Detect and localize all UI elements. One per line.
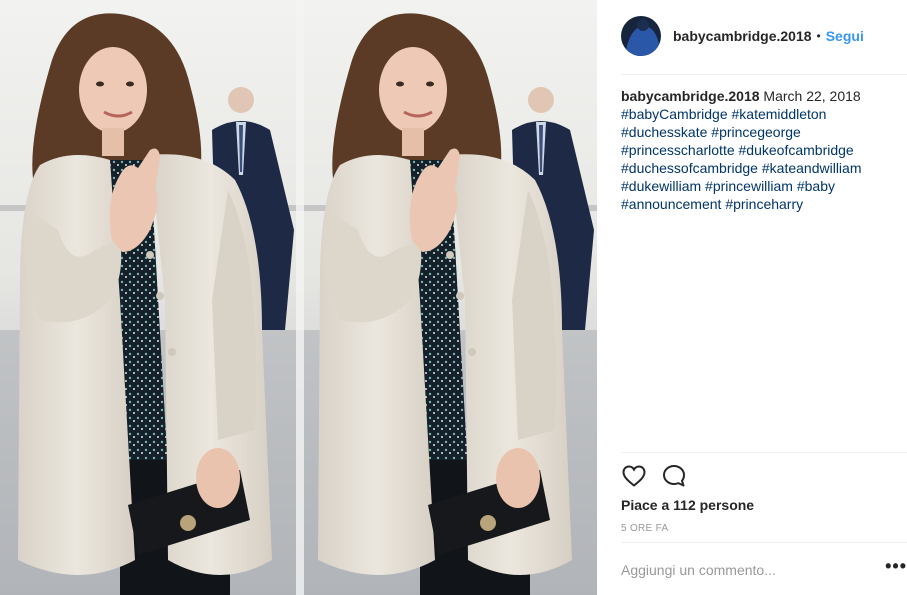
comment-divider xyxy=(621,542,907,543)
header-separator: • xyxy=(816,29,821,43)
more-options-button[interactable]: ••• xyxy=(885,557,907,575)
comment-button[interactable] xyxy=(661,463,687,489)
comment-input[interactable] xyxy=(621,562,871,578)
post-photo[interactable] xyxy=(0,0,597,595)
post-image xyxy=(0,0,597,595)
hashtag-link[interactable]: #announcement xyxy=(621,196,721,212)
hashtag-link[interactable]: #dukeofcambridge xyxy=(739,142,854,158)
post-header: babycambridge.2018 • Segui xyxy=(621,15,907,57)
caption-username[interactable]: babycambridge.2018 xyxy=(621,88,760,104)
follow-button[interactable]: Segui xyxy=(826,28,864,44)
post-sidebar: babycambridge.2018 • Segui babycambridge… xyxy=(597,0,907,595)
avatar[interactable] xyxy=(621,16,661,56)
hashtag-link[interactable]: #duchessofcambridge xyxy=(621,160,758,176)
post-caption: babycambridge.2018 March 22, 2018 #babyC… xyxy=(621,87,891,213)
hashtag-link[interactable]: #babyCambridge xyxy=(621,106,728,122)
hashtag-link[interactable]: #princeharry xyxy=(725,196,803,212)
likes-count[interactable]: Piace a 112 persone xyxy=(621,497,754,513)
header-username[interactable]: babycambridge.2018 xyxy=(673,28,812,44)
actions-divider xyxy=(621,452,907,453)
hashtag-link[interactable]: #princegeorge xyxy=(711,124,801,140)
hashtag-link[interactable]: #princewilliam xyxy=(705,178,793,194)
avatar-image xyxy=(621,16,661,56)
hashtag-link[interactable]: #baby xyxy=(797,178,835,194)
heart-icon xyxy=(622,465,646,487)
comment-icon xyxy=(663,465,685,487)
caption-date: March 22, 2018 xyxy=(763,88,861,104)
caption-hashtags: #babyCambridge #katemiddleton #duchesska… xyxy=(621,106,861,212)
header-divider xyxy=(621,74,907,75)
post-timestamp[interactable]: 5 ORE FA xyxy=(621,523,668,534)
hashtag-link[interactable]: #kateandwilliam xyxy=(762,160,862,176)
hashtag-link[interactable]: #katemiddleton xyxy=(732,106,827,122)
comment-form: ••• xyxy=(621,555,907,585)
hashtag-link[interactable]: #dukewilliam xyxy=(621,178,701,194)
post-actions xyxy=(621,463,701,489)
hashtag-link[interactable]: #duchesskate xyxy=(621,124,707,140)
hashtag-link[interactable]: #princesscharlotte xyxy=(621,142,735,158)
like-button[interactable] xyxy=(621,463,647,489)
